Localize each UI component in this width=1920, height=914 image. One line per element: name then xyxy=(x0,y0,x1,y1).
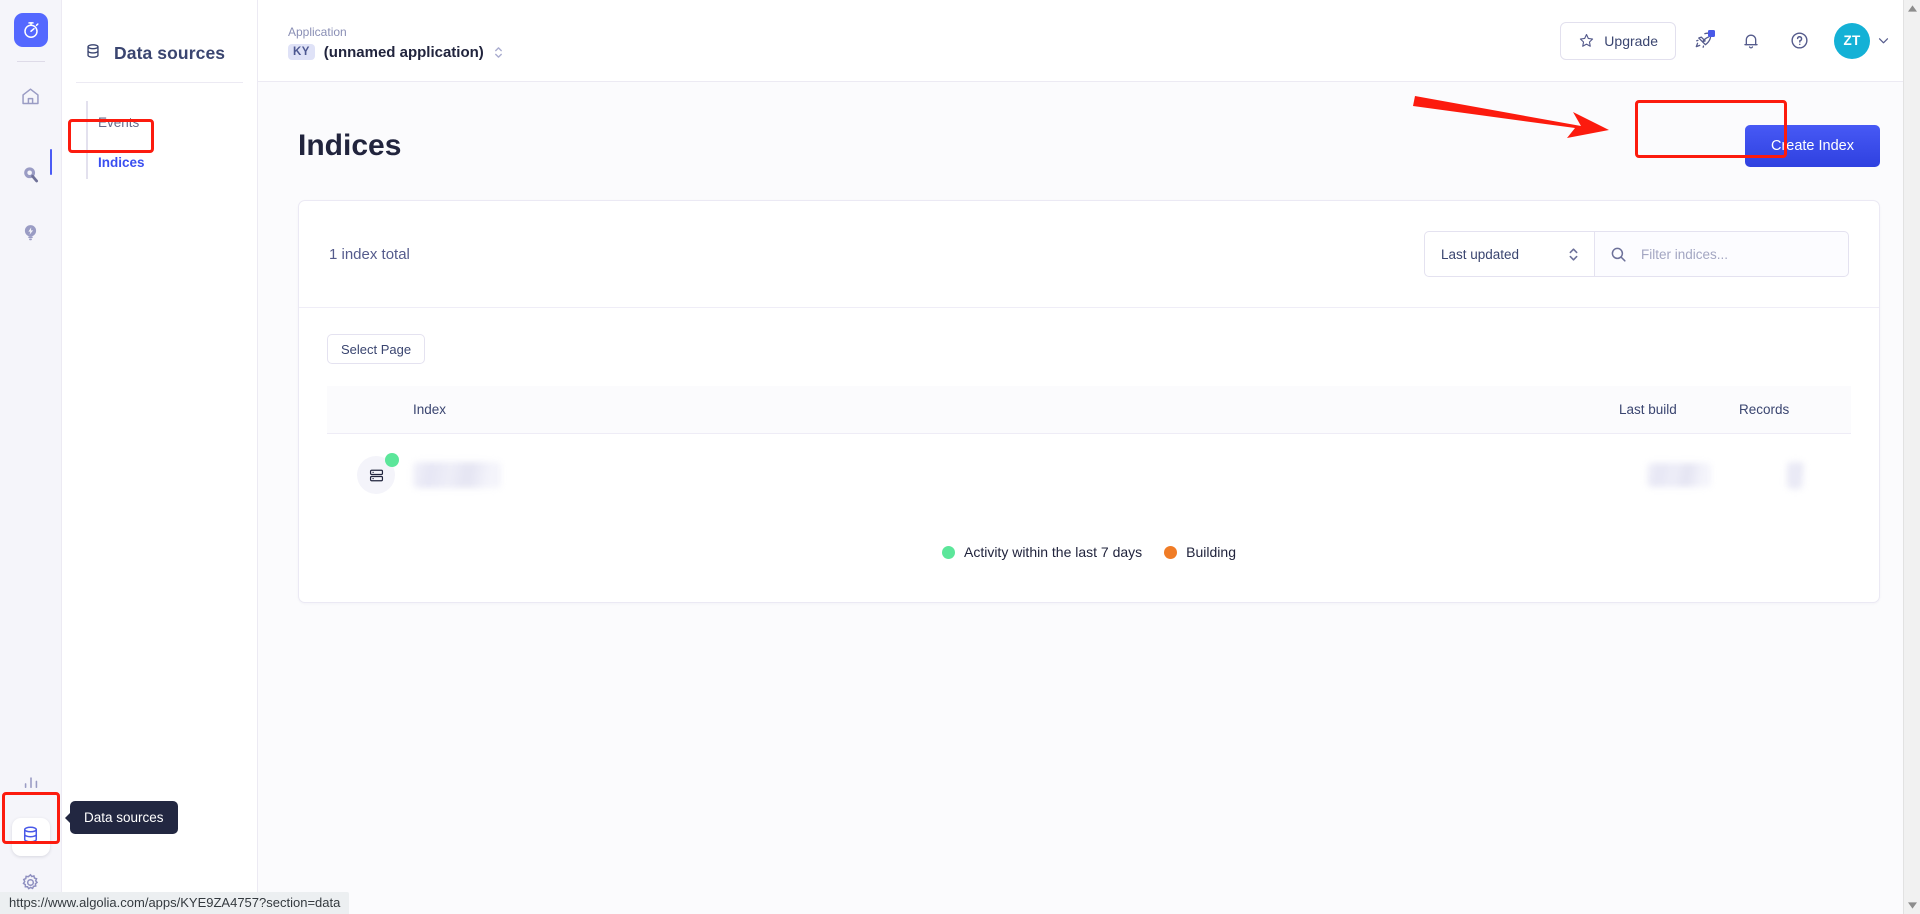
indices-controls: Last updated xyxy=(1424,231,1849,277)
question-circle-icon xyxy=(1789,30,1810,51)
application-label: Application xyxy=(288,24,347,39)
rail-item-data-sources[interactable] xyxy=(11,818,50,856)
sidebar-title: Data sources xyxy=(114,43,226,63)
status-badge xyxy=(385,453,399,467)
scrollbar-down-arrow[interactable] xyxy=(1904,897,1920,914)
row-index-name-cell xyxy=(413,434,1619,517)
filter-indices-box[interactable] xyxy=(1594,231,1849,277)
select-page-button[interactable]: Select Page xyxy=(327,334,426,364)
sort-select-value: Last updated xyxy=(1441,246,1520,262)
records-redacted xyxy=(1786,461,1804,489)
star-icon xyxy=(1578,32,1595,49)
column-header-index: Index xyxy=(413,386,1619,434)
page-scrollbar[interactable] xyxy=(1903,0,1920,914)
page-header: Indices Create Index xyxy=(298,114,1880,178)
help-button[interactable] xyxy=(1778,20,1820,62)
application-name: (unnamed application) xyxy=(323,43,484,61)
sidebar-header: Data sources xyxy=(62,0,257,82)
database-icon xyxy=(84,42,102,65)
rail-item-search[interactable] xyxy=(12,158,50,196)
legend-label: Building xyxy=(1186,544,1236,560)
lightbulb-bolt-icon xyxy=(20,222,41,248)
notifications-button[interactable] xyxy=(1730,20,1772,62)
active-indicator xyxy=(50,149,52,175)
index-avatar xyxy=(357,453,399,494)
column-header-last-build: Last build xyxy=(1619,386,1739,434)
rail-item-home[interactable] xyxy=(12,80,50,118)
browser-status-url: https://www.algolia.com/apps/KYE9ZA4757?… xyxy=(0,892,350,914)
whats-new-button[interactable] xyxy=(1682,20,1724,62)
create-index-button[interactable]: Create Index xyxy=(1744,125,1880,167)
table-header-row: Index Last build Records xyxy=(327,386,1851,434)
rail-divider xyxy=(16,61,45,62)
user-menu[interactable]: ZT xyxy=(1834,22,1892,59)
rocket-icon xyxy=(1693,30,1715,51)
page-title: Indices xyxy=(298,129,402,162)
sidebar-item-label: Indices xyxy=(98,154,145,170)
rail-item-recommend[interactable] xyxy=(12,216,50,254)
last-build-redacted xyxy=(1647,463,1711,487)
sidebar-item-label: Events xyxy=(98,114,140,130)
legend-dot-green xyxy=(941,545,955,559)
home-icon xyxy=(20,86,41,112)
scrollbar-up-arrow[interactable] xyxy=(1904,0,1920,17)
index-total-label: 1 index total xyxy=(329,245,410,263)
indices-table-head: Index Last build Records xyxy=(327,386,1851,434)
filter-indices-input[interactable] xyxy=(1641,246,1821,262)
data-sources-tooltip: Data sources xyxy=(70,801,178,834)
chevron-down-icon xyxy=(1875,32,1892,49)
search-magnifier-icon xyxy=(20,164,41,190)
main-area: Application KY (unnamed application) Upg… xyxy=(258,0,1920,914)
chevron-up-down-icon xyxy=(493,44,504,61)
column-header-records: Records xyxy=(1739,386,1851,434)
application-picker[interactable]: Application KY (unnamed application) xyxy=(288,21,504,61)
indices-card: 1 index total Last updated Filter indice… xyxy=(298,200,1880,603)
status-legend: Activity within the last 7 days Building xyxy=(327,516,1851,576)
sort-select[interactable]: Last updated xyxy=(1424,231,1594,277)
icon-rail xyxy=(0,0,62,914)
search-icon xyxy=(1609,245,1628,264)
sidebar-nav: Events Indices xyxy=(50,83,257,179)
row-last-build-cell xyxy=(1619,434,1739,517)
legend-dot-orange xyxy=(1164,545,1178,559)
legend-item-building: Building xyxy=(1164,544,1236,560)
legend-item-activity: Activity within the last 7 days xyxy=(941,544,1143,560)
server-stack-icon xyxy=(368,467,385,484)
bell-icon xyxy=(1741,31,1761,51)
chevron-up-down-icon xyxy=(1567,245,1580,264)
rail-item-analytics[interactable] xyxy=(12,764,50,802)
table-row[interactable] xyxy=(327,434,1851,517)
bar-chart-icon xyxy=(21,771,41,796)
data-sources-sidebar: Data sources Events Indices xyxy=(50,0,258,914)
sidebar-item-events[interactable]: Events xyxy=(62,105,257,139)
column-header-spacer xyxy=(327,386,413,434)
row-icon-cell xyxy=(327,434,413,517)
indices-card-body: Select Page Index Last build Records Act… xyxy=(299,308,1879,602)
page-content: Indices Create Index 1 index total Last … xyxy=(258,82,1920,603)
indices-table-body xyxy=(327,434,1851,517)
row-records-cell xyxy=(1739,434,1851,517)
upgrade-button[interactable]: Upgrade xyxy=(1560,21,1676,60)
indices-card-toolbar: 1 index total Last updated xyxy=(299,201,1879,308)
topbar: Application KY (unnamed application) Upg… xyxy=(258,0,1920,82)
sidebar-item-indices[interactable]: Indices xyxy=(50,145,257,179)
algolia-dashboard: Data sources Events Indices Application … xyxy=(0,0,1920,914)
application-badge: KY xyxy=(288,44,315,60)
legend-label: Activity within the last 7 days xyxy=(963,544,1143,560)
topbar-actions: Upgrade ZT xyxy=(1560,20,1892,62)
indices-table: Index Last build Records xyxy=(327,386,1851,516)
algolia-stopwatch-logo[interactable] xyxy=(13,13,48,47)
index-name-redacted xyxy=(413,462,501,488)
database-icon xyxy=(20,824,41,850)
rail-bottom-group xyxy=(11,750,50,914)
avatar: ZT xyxy=(1834,22,1870,59)
upgrade-label: Upgrade xyxy=(1604,32,1658,49)
application-selector[interactable]: KY (unnamed application) xyxy=(288,44,504,61)
